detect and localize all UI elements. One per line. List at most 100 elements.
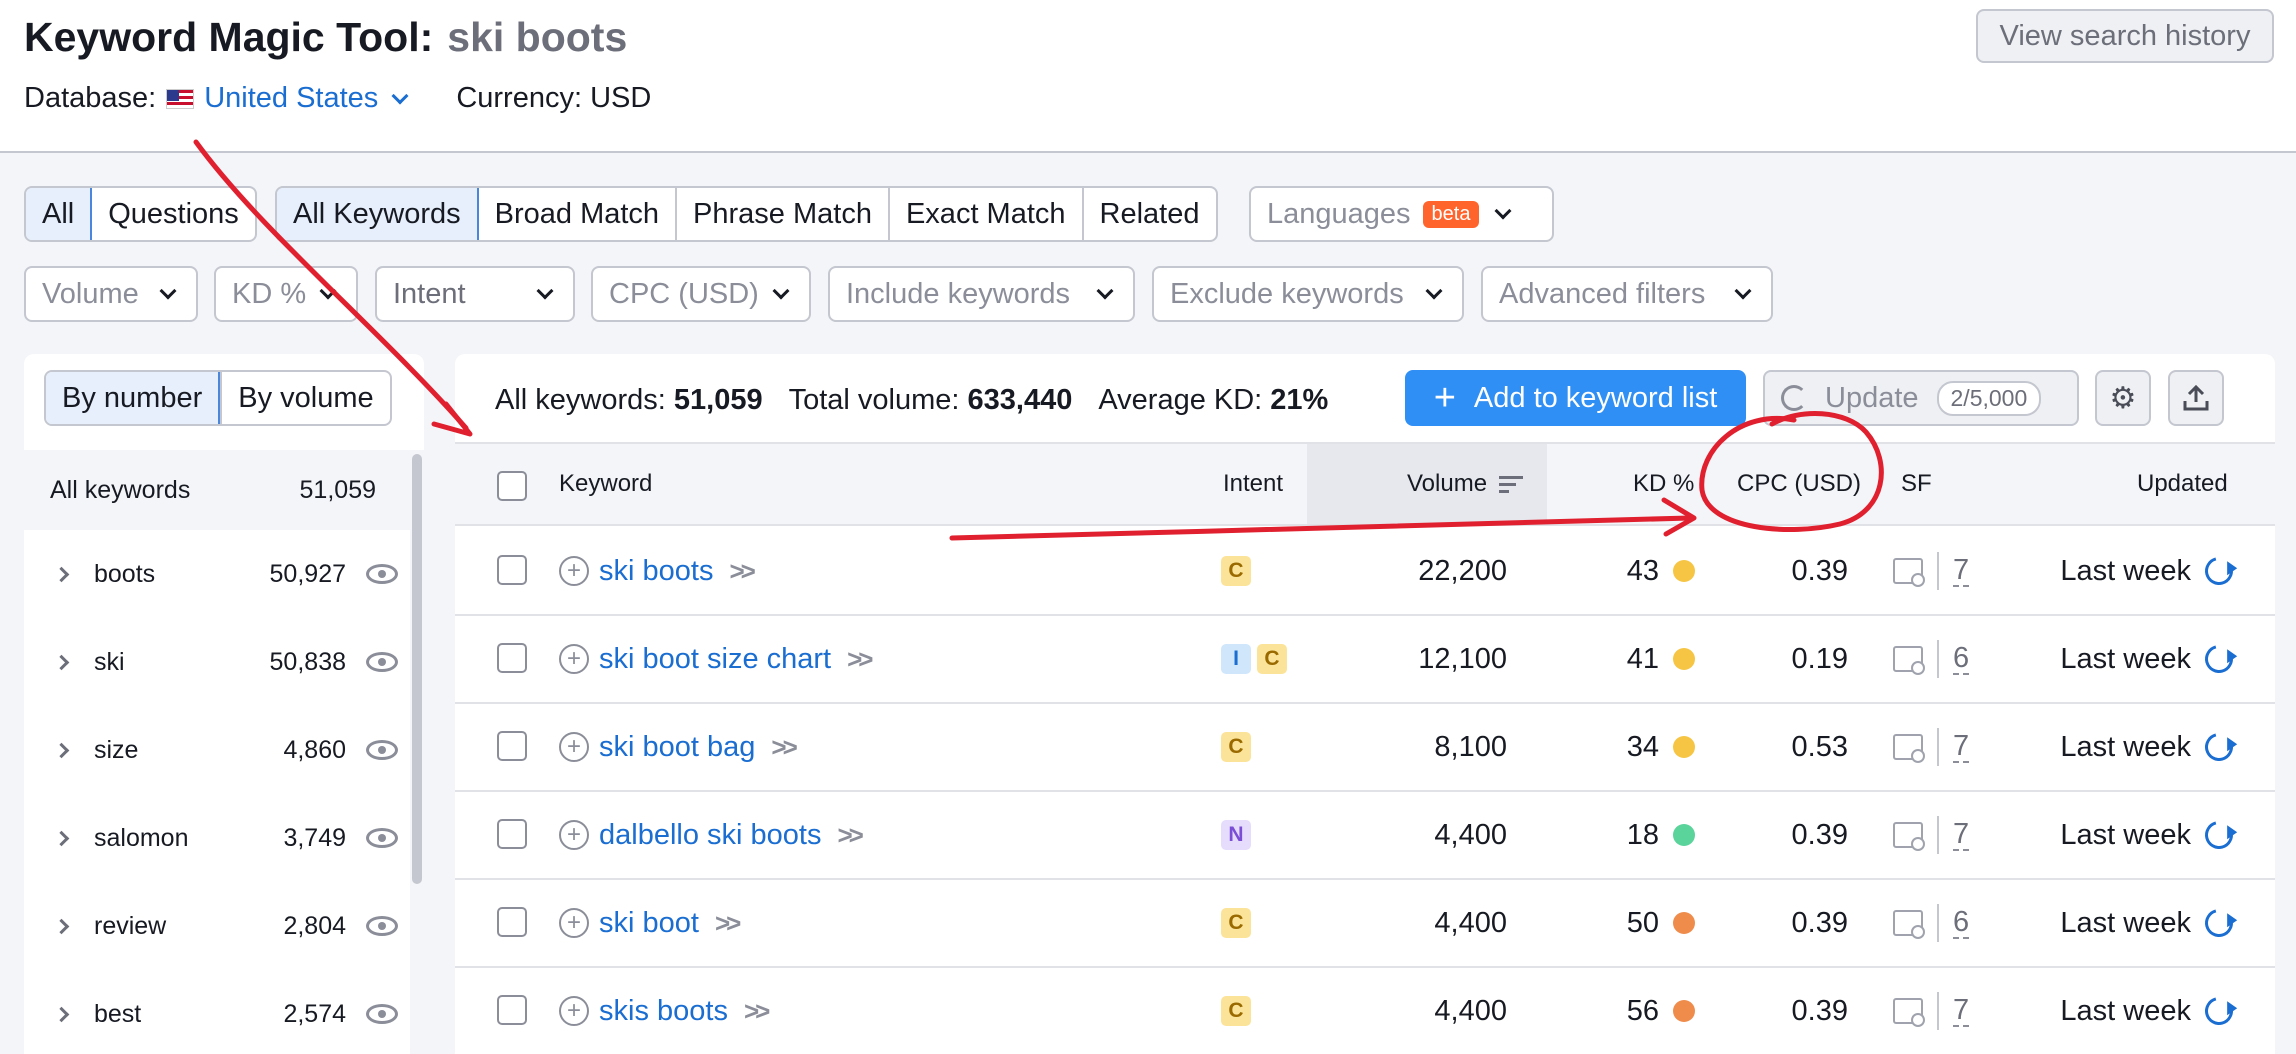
serp-features-count[interactable]: 7: [1953, 994, 1970, 1028]
refresh-icon[interactable]: [2199, 727, 2239, 767]
tab-all-keywords[interactable]: All Keywords: [276, 188, 479, 240]
group-all-keywords[interactable]: All keywords 51,059: [24, 450, 410, 530]
keyword-link[interactable]: skis boots: [599, 995, 728, 1028]
group-item[interactable]: ski 50,838: [24, 618, 410, 706]
keyword-link[interactable]: ski boot size chart: [599, 643, 831, 676]
view-search-history-button[interactable]: View search history: [1976, 9, 2274, 63]
tab-phrase-match[interactable]: Phrase Match: [677, 188, 890, 240]
eye-icon[interactable]: [366, 828, 398, 848]
serp-features-count[interactable]: 7: [1953, 730, 1970, 764]
intent-filter[interactable]: Intent: [375, 266, 575, 322]
include-keywords-filter[interactable]: Include keywords: [828, 266, 1135, 322]
chevron-right-icon[interactable]: [53, 918, 70, 934]
languages-dropdown[interactable]: Languages beta: [1249, 186, 1554, 242]
column-updated[interactable]: Updated: [2137, 444, 2228, 524]
serp-preview-icon[interactable]: [1893, 998, 1925, 1027]
serp-features-count[interactable]: 7: [1953, 554, 1970, 588]
group-item[interactable]: boots 50,927: [24, 530, 410, 618]
tab-all[interactable]: All: [25, 188, 93, 240]
sort-by-volume-button[interactable]: By volume: [220, 372, 389, 424]
group-item[interactable]: best 2,574: [24, 970, 410, 1054]
eye-icon[interactable]: [366, 564, 398, 584]
chevron-down-icon: [1734, 282, 1752, 300]
double-chevron-right-icon[interactable]: >>: [837, 820, 863, 851]
advanced-filters[interactable]: Advanced filters: [1481, 266, 1773, 322]
double-chevron-right-icon[interactable]: >>: [729, 556, 755, 587]
double-chevron-right-icon[interactable]: >>: [715, 908, 741, 939]
refresh-icon[interactable]: [2199, 639, 2239, 679]
serp-preview-icon[interactable]: [1893, 822, 1925, 851]
chevron-right-icon[interactable]: [53, 1006, 70, 1022]
scrollbar-thumb[interactable]: [412, 454, 422, 884]
row-checkbox[interactable]: [497, 731, 527, 761]
double-chevron-right-icon[interactable]: >>: [771, 732, 797, 763]
eye-icon[interactable]: [366, 652, 398, 672]
kd-difficulty-dot: [1673, 824, 1695, 846]
row-checkbox[interactable]: [497, 907, 527, 937]
group-item[interactable]: review 2,804: [24, 882, 410, 970]
column-volume[interactable]: Volume: [1407, 444, 1524, 524]
eye-icon[interactable]: [366, 1004, 398, 1024]
add-circle-icon[interactable]: +: [559, 820, 589, 850]
row-checkbox[interactable]: [497, 643, 527, 673]
cpc-filter[interactable]: CPC (USD): [591, 266, 811, 322]
row-checkbox[interactable]: [497, 555, 527, 585]
serp-features-count[interactable]: 7: [1953, 818, 1970, 852]
select-all-checkbox[interactable]: [497, 471, 527, 501]
chevron-right-icon[interactable]: [53, 654, 70, 670]
serp-preview-icon[interactable]: [1893, 734, 1925, 763]
tab-broad-match[interactable]: Broad Match: [479, 188, 678, 240]
row-checkbox[interactable]: [497, 819, 527, 849]
serp-preview-icon[interactable]: [1893, 646, 1925, 675]
column-keyword[interactable]: Keyword: [559, 444, 652, 524]
keyword-link[interactable]: ski boot bag: [599, 731, 755, 764]
add-button-label: Add to keyword list: [1473, 381, 1718, 414]
sort-by-number-button[interactable]: By number: [45, 372, 221, 424]
serp-features-count[interactable]: 6: [1953, 642, 1970, 676]
add-circle-icon[interactable]: +: [559, 996, 589, 1026]
add-circle-icon[interactable]: +: [559, 556, 589, 586]
updated-cell: Last week: [2060, 880, 2239, 966]
double-chevron-right-icon[interactable]: >>: [744, 996, 770, 1027]
settings-button[interactable]: ⚙: [2095, 370, 2151, 426]
serp-preview-icon[interactable]: [1893, 558, 1925, 587]
database-selector[interactable]: United States: [204, 82, 409, 115]
export-button[interactable]: [2168, 370, 2224, 426]
double-chevron-right-icon[interactable]: >>: [847, 644, 873, 675]
add-circle-icon[interactable]: +: [559, 732, 589, 762]
group-item[interactable]: size 4,860: [24, 706, 410, 794]
serp-preview-icon[interactable]: [1893, 910, 1925, 939]
kd-filter[interactable]: KD %: [214, 266, 358, 322]
eye-icon[interactable]: [366, 916, 398, 936]
keyword-cell: + ski boot size chart >>: [559, 616, 874, 702]
add-circle-icon[interactable]: +: [559, 908, 589, 938]
add-to-keyword-list-button[interactable]: + Add to keyword list: [1405, 370, 1746, 426]
row-checkbox[interactable]: [497, 995, 527, 1025]
tab-exact-match[interactable]: Exact Match: [890, 188, 1084, 240]
refresh-icon[interactable]: [2199, 991, 2239, 1031]
refresh-icon[interactable]: [2199, 903, 2239, 943]
add-circle-icon[interactable]: +: [559, 644, 589, 674]
kd-cell: 18: [1627, 792, 1695, 878]
column-cpc[interactable]: CPC (USD): [1737, 444, 1861, 524]
chevron-right-icon[interactable]: [53, 742, 70, 758]
column-intent[interactable]: Intent: [1223, 444, 1283, 524]
tab-related[interactable]: Related: [1084, 188, 1216, 240]
keywords-table-panel: All keywords: 51,059 Total volume: 633,4…: [455, 354, 2275, 1054]
refresh-icon[interactable]: [2199, 551, 2239, 591]
keyword-link[interactable]: ski boot: [599, 907, 699, 940]
tab-questions[interactable]: Questions: [92, 188, 255, 240]
refresh-icon[interactable]: [2199, 815, 2239, 855]
exclude-keywords-filter[interactable]: Exclude keywords: [1152, 266, 1464, 322]
column-sf[interactable]: SF: [1901, 444, 1932, 524]
keyword-link[interactable]: dalbello ski boots: [599, 819, 821, 852]
column-kd[interactable]: KD %: [1633, 444, 1694, 524]
chevron-right-icon[interactable]: [53, 830, 70, 846]
volume-filter[interactable]: Volume: [24, 266, 198, 322]
keyword-link[interactable]: ski boots: [599, 555, 713, 588]
chevron-right-icon[interactable]: [53, 566, 70, 582]
group-item[interactable]: salomon 3,749: [24, 794, 410, 882]
update-button[interactable]: Update 2/5,000: [1763, 370, 2079, 426]
eye-icon[interactable]: [366, 740, 398, 760]
serp-features-count[interactable]: 6: [1953, 906, 1970, 940]
